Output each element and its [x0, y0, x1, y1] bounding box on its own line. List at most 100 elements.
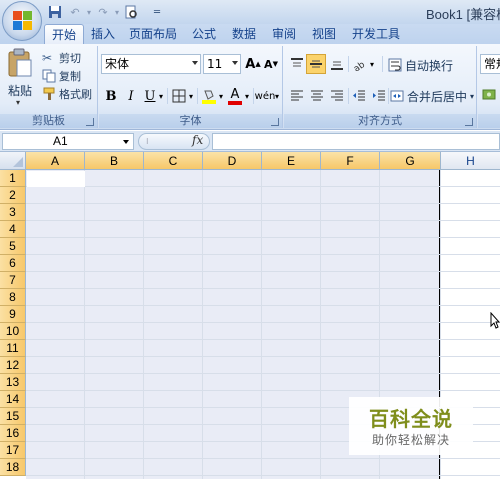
customize-qat-icon[interactable]: ═: [148, 4, 166, 20]
row-header-14[interactable]: 14: [0, 391, 26, 408]
formula-resize-handle[interactable]: ⁝: [146, 137, 152, 146]
grow-font-button[interactable]: A ▲: [245, 54, 261, 74]
redo-dropdown-icon[interactable]: ▾: [114, 4, 120, 20]
row-header-18[interactable]: 18: [0, 459, 26, 476]
row-header-16[interactable]: 16: [0, 425, 26, 442]
brush-icon: [42, 87, 56, 101]
border-dropdown-icon[interactable]: ▾: [187, 86, 195, 106]
row-header-13[interactable]: 13: [0, 374, 26, 391]
tab-view[interactable]: 视图: [306, 24, 342, 44]
align-middle-button[interactable]: [306, 54, 326, 74]
fill-color-dropdown-icon[interactable]: ▾: [217, 86, 225, 106]
align-left-button[interactable]: [288, 86, 306, 106]
active-cell-a1[interactable]: [27, 171, 85, 187]
mouse-cursor-icon: [490, 311, 500, 330]
tab-developer[interactable]: 开发工具: [346, 24, 406, 44]
row-header-9[interactable]: 9: [0, 306, 26, 323]
align-left-icon: [291, 90, 303, 101]
shrink-font-button[interactable]: A ▼: [263, 54, 279, 74]
merge-center-label: 合并后居中: [407, 89, 468, 104]
format-painter-button[interactable]: 格式刷: [42, 85, 92, 103]
column-header-f[interactable]: F: [321, 152, 380, 170]
column-header-h[interactable]: H: [441, 152, 500, 170]
font-launcher-icon[interactable]: [271, 118, 279, 126]
cut-button[interactable]: ✂ 剪切: [42, 49, 81, 67]
format-painter-label: 格式刷: [59, 88, 92, 101]
fill-color-button[interactable]: [201, 86, 217, 106]
paint-bucket-icon: [202, 90, 216, 104]
increase-indent-button[interactable]: [370, 86, 388, 106]
align-right-button[interactable]: [328, 86, 346, 106]
formula-input[interactable]: [212, 133, 500, 150]
row-header-11[interactable]: 11: [0, 340, 26, 357]
clipboard-launcher-icon[interactable]: [86, 118, 94, 126]
print-preview-icon[interactable]: [122, 4, 140, 20]
name-box[interactable]: A1: [2, 133, 134, 150]
row-header-1[interactable]: 1: [0, 170, 26, 187]
alignment-launcher-icon[interactable]: [465, 118, 473, 126]
column-header-d[interactable]: D: [203, 152, 262, 170]
row-header-17[interactable]: 17: [0, 442, 26, 459]
row-header-6[interactable]: 6: [0, 255, 26, 272]
row-header-2[interactable]: 2: [0, 187, 26, 204]
decrease-indent-button[interactable]: [350, 86, 368, 106]
phonetic-button[interactable]: wén: [255, 86, 276, 106]
underline-dropdown-icon[interactable]: ▾: [157, 86, 165, 106]
tab-formulas[interactable]: 公式: [186, 24, 222, 44]
column-header-g[interactable]: G: [380, 152, 441, 170]
row-header-10[interactable]: 10: [0, 323, 26, 340]
align-center-button[interactable]: [308, 86, 326, 106]
row-header-15[interactable]: 15: [0, 408, 26, 425]
column-header-e[interactable]: E: [262, 152, 321, 170]
row-gridline: [26, 390, 500, 391]
row-header-4[interactable]: 4: [0, 221, 26, 238]
font-name-dropdown-icon[interactable]: [192, 61, 198, 65]
name-box-dropdown-icon[interactable]: [123, 140, 129, 144]
wrap-text-button[interactable]: 自动换行: [388, 56, 453, 74]
tab-page-layout[interactable]: 页面布局: [124, 24, 182, 44]
orientation-button[interactable]: ab: [350, 54, 368, 74]
italic-button[interactable]: I: [123, 86, 139, 106]
paste-button[interactable]: 粘贴 ▾: [4, 48, 36, 110]
ribbon-tabs: 开始 插入 页面布局 公式 数据 审阅 视图 开发工具: [0, 24, 500, 44]
font-color-dropdown-icon[interactable]: ▾: [243, 86, 251, 106]
bold-button[interactable]: B: [103, 86, 119, 106]
ribbon: 粘贴 ▾ ✂ 剪切 复制 格式刷 剪贴板 宋体 11 A ▲ A ▼ B I U…: [0, 44, 500, 130]
column-header-b[interactable]: B: [85, 152, 144, 170]
number-format-combo[interactable]: 常规: [480, 54, 500, 74]
row-header-7[interactable]: 7: [0, 272, 26, 289]
tab-review[interactable]: 审阅: [266, 24, 302, 44]
font-color-button[interactable]: A: [227, 86, 243, 106]
insert-function-button[interactable]: fx: [192, 133, 203, 147]
currency-icon[interactable]: [482, 88, 500, 104]
font-size-dropdown-icon[interactable]: [232, 61, 238, 65]
font-name-combo[interactable]: 宋体: [101, 54, 201, 74]
column-header-a[interactable]: A: [26, 152, 85, 170]
merge-center-dropdown-icon[interactable]: ▾: [470, 92, 474, 101]
align-top-button[interactable]: [288, 54, 306, 74]
font-size-combo[interactable]: 11: [203, 54, 241, 74]
copy-button[interactable]: 复制: [42, 67, 81, 85]
phonetic-dropdown-icon[interactable]: ▾: [273, 86, 281, 106]
undo-icon[interactable]: ↶: [66, 4, 84, 20]
save-icon[interactable]: [46, 4, 64, 20]
row-header-5[interactable]: 5: [0, 238, 26, 255]
align-middle-icon: [310, 60, 322, 68]
row-header-8[interactable]: 8: [0, 289, 26, 306]
office-button[interactable]: [2, 1, 42, 41]
border-button[interactable]: [171, 86, 187, 106]
orientation-dropdown-icon[interactable]: ▾: [368, 54, 376, 74]
column-header-c[interactable]: C: [144, 152, 203, 170]
row-header-3[interactable]: 3: [0, 204, 26, 221]
tab-home[interactable]: 开始: [44, 24, 84, 44]
underline-button[interactable]: U: [143, 86, 157, 106]
align-bottom-button[interactable]: [328, 54, 346, 74]
redo-icon[interactable]: ↷: [94, 4, 112, 20]
undo-dropdown-icon[interactable]: ▾: [86, 4, 92, 20]
paste-dropdown-icon[interactable]: ▾: [16, 98, 20, 107]
row-header-12[interactable]: 12: [0, 357, 26, 374]
select-all-button[interactable]: [0, 152, 26, 170]
tab-data[interactable]: 数据: [226, 24, 262, 44]
merge-center-button[interactable]: 合并后居中 ▾: [390, 87, 474, 105]
tab-insert[interactable]: 插入: [84, 24, 122, 44]
